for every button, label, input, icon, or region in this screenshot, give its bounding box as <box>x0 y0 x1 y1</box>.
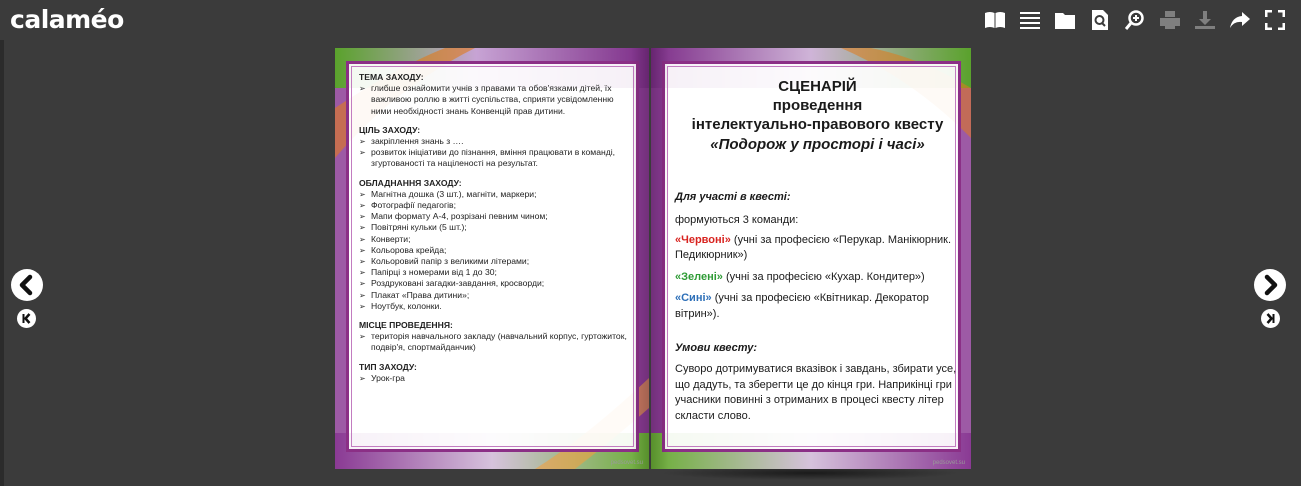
list-item: Повітряні кульки (5 шт.); <box>359 222 634 233</box>
left-edge <box>0 40 4 486</box>
team-blue-name: «Сині» <box>675 292 712 304</box>
section-heading: МІСЦЕ ПРОВЕДЕННЯ: <box>359 320 453 331</box>
chevron-right-icon <box>1254 269 1286 301</box>
expand-icon[interactable] <box>1263 8 1287 32</box>
list-icon[interactable] <box>1018 8 1042 32</box>
team-green-desc: (учні за професією «Кухар. Кондитер») <box>722 270 925 283</box>
quest-name: «Подорож у просторі і часі» <box>710 136 925 153</box>
section-heading: ОБЛАДНАННЯ ЗАХОДУ: <box>359 177 462 188</box>
scenario-subtitle-2: інтелектуально-правового квесту <box>691 116 944 133</box>
conditions-text: Суворо дотримуватися вказівок і завдань,… <box>675 363 957 422</box>
previous-page-button[interactable] <box>11 269 43 306</box>
fullscreen-page-icon[interactable] <box>1053 8 1077 32</box>
list-item: розвиток ініціативи до пізнання, вміння … <box>359 147 634 169</box>
right-page-content: СЦЕНАРІЙ проведення інтелектуально-право… <box>675 78 960 424</box>
list-item: глибше ознайомити учнів з правами та обо… <box>359 83 634 117</box>
download-icon[interactable] <box>1193 8 1217 32</box>
list-item: Роздруковані загадки-завдання, кросворди… <box>359 278 634 289</box>
list-item: Кольорова крейда; <box>359 245 634 256</box>
book-spread: ТЕМА ЗАХОДУ: глибше ознайомити учнів з п… <box>335 48 971 469</box>
book-view-icon[interactable] <box>983 8 1007 32</box>
team-green: «Зелені» (учні за професією «Кухар. Конд… <box>675 270 960 286</box>
zoom-icon[interactable] <box>1123 8 1147 32</box>
team-red-name: «Червоні» <box>675 233 731 246</box>
participation-heading: Для участі в квесті: <box>675 191 791 203</box>
list-item: Плакат «Права дитини»; <box>359 290 634 301</box>
first-page-icon <box>17 309 36 328</box>
teams-intro: формуються 3 команди: <box>675 214 799 226</box>
list-item: закріплення знань з …. <box>359 136 634 147</box>
watermark: pedsovet.su <box>610 460 643 466</box>
list-item: Папірці з номерами від 1 до 30; <box>359 267 634 278</box>
list-item: Конверти; <box>359 234 634 245</box>
list-item: Фотографії педагогів; <box>359 200 634 211</box>
page-fold-shadow <box>651 48 669 469</box>
last-page-icon <box>1261 309 1280 328</box>
team-green-name: «Зелені» <box>675 270 723 283</box>
scenario-title: СЦЕНАРІЙ <box>778 78 857 95</box>
top-bar: calaméo <box>0 0 1301 40</box>
calameo-logo[interactable]: calaméo <box>10 5 124 34</box>
list-item: Ноутбук, колонки. <box>359 301 634 312</box>
list-item: Кольоровий папір з великими літерами; <box>359 256 634 267</box>
watermark: pedsovet.su <box>932 460 965 466</box>
first-page-button[interactable] <box>17 309 36 333</box>
search-doc-icon[interactable] <box>1088 8 1112 32</box>
print-icon[interactable] <box>1158 8 1182 32</box>
section-heading: ЦІЛЬ ЗАХОДУ: <box>359 124 421 135</box>
scenario-subtitle: проведення <box>772 97 863 114</box>
team-blue-desc: (учні за професією «Квітникар. Декоратор… <box>675 292 929 320</box>
list-item: Мапи формату А-4, розрізані певним чином… <box>359 211 634 222</box>
share-icon[interactable] <box>1228 8 1252 32</box>
conditions-heading: Умови квесту: <box>675 342 758 354</box>
list-item: територія навчального закладу (навчальни… <box>359 331 634 353</box>
team-blue: «Сині» (учні за професією «Квітникар. Де… <box>675 291 960 322</box>
section-heading: ТЕМА ЗАХОДУ: <box>359 72 424 82</box>
right-page[interactable]: СЦЕНАРІЙ проведення інтелектуально-право… <box>651 48 971 469</box>
list-item: Магнітна дошка (3 шт.), магніти, маркери… <box>359 189 634 200</box>
chevron-left-icon <box>11 269 43 301</box>
next-page-button[interactable] <box>1254 269 1286 306</box>
left-page-content: ТЕМА ЗАХОДУ: глибше ознайомити учнів з п… <box>359 72 634 384</box>
section-heading: ТИП ЗАХОДУ: <box>359 361 417 372</box>
list-item: Урок-гра <box>359 373 634 384</box>
toolbar <box>983 8 1287 32</box>
left-page[interactable]: ТЕМА ЗАХОДУ: глибше ознайомити учнів з п… <box>335 48 649 469</box>
team-red: «Червоні» (учні за професією «Перукар. М… <box>675 233 960 264</box>
last-page-button[interactable] <box>1261 309 1280 333</box>
